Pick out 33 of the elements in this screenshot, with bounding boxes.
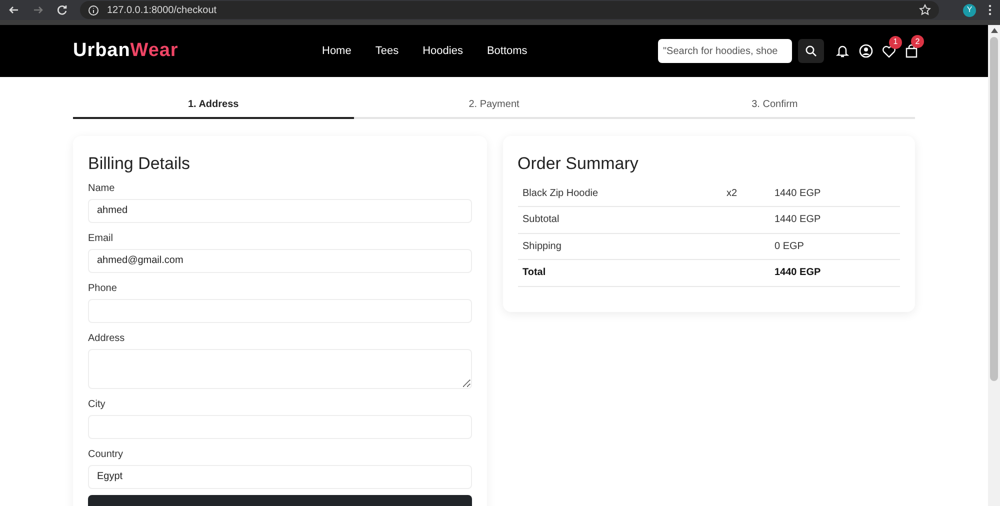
input-field[interactable]: ahmed@gmail.com <box>88 248 472 272</box>
table-cell-text: Black Zip Hoodie <box>522 186 600 201</box>
field-label: Phone <box>88 282 118 296</box>
field-label: Country <box>88 448 124 462</box>
table-cell-text: Total <box>522 266 547 280</box>
table-cell-text: 0 EGP <box>774 240 804 254</box>
input-field[interactable]: Egypt <box>88 464 472 488</box>
table-cell-text: Shipping <box>522 240 562 254</box>
cart-count-badge: 2 <box>911 35 924 48</box>
address-bar[interactable]: 127.0.0.1:8000/checkout <box>80 1 939 19</box>
nav-link[interactable]: Tees <box>375 42 399 60</box>
table-cell-text: Subtotal <box>522 213 560 228</box>
step-tab[interactable]: 1. Address <box>73 97 354 119</box>
table-cell-text: 1440 EGP <box>774 186 821 201</box>
wishlist-count-badge: 1 <box>889 36 902 48</box>
card-title: Order Summary <box>518 153 640 175</box>
step-tab[interactable]: 2. Payment <box>354 97 634 119</box>
table-cell-text: 1440 EGP <box>774 266 821 280</box>
field-label: Name <box>88 182 116 196</box>
field-label: City <box>88 398 106 412</box>
input-field[interactable]: ahmed <box>88 198 472 222</box>
logo[interactable]: UrbanWear <box>73 36 273 66</box>
card-title: Billing Details <box>88 153 192 175</box>
table-cell-text: x2 <box>726 186 738 201</box>
url-text: 127.0.0.1:8000/checkout <box>107 4 217 18</box>
nav-link[interactable]: Home <box>322 42 352 60</box>
nav-link[interactable]: Hoodies <box>422 42 463 60</box>
nav-link[interactable]: Bottoms <box>486 42 528 60</box>
table-cell-text: 1440 EGP <box>774 213 821 228</box>
field-label: Email <box>88 232 114 246</box>
step-tab[interactable]: 3. Confirm <box>634 97 916 119</box>
search-field[interactable]: "Search for hoodies, shoe <box>658 39 792 63</box>
field-label: Address <box>88 332 126 346</box>
